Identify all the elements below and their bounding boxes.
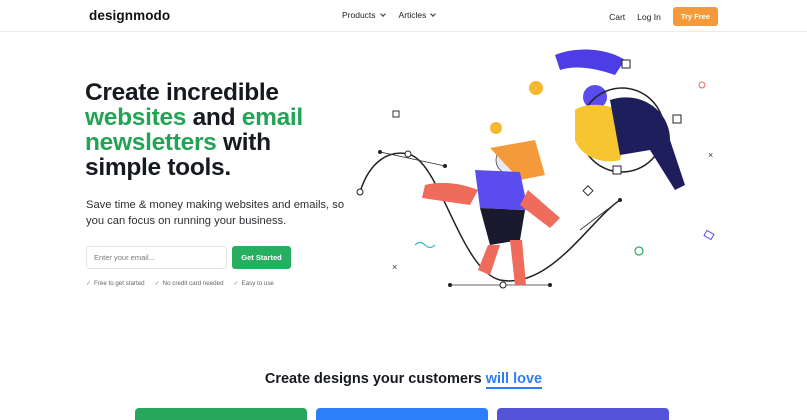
anchor-point bbox=[356, 188, 364, 196]
anchor-point bbox=[404, 150, 412, 158]
headline-with: with bbox=[216, 129, 271, 156]
nav-articles-label: Articles bbox=[398, 10, 427, 20]
check-icon: ✓ bbox=[86, 281, 92, 287]
bezier-handle bbox=[379, 151, 446, 167]
headline-email: email bbox=[241, 104, 303, 131]
email-input[interactable] bbox=[86, 246, 227, 269]
section-title: Create designs your customers will love bbox=[0, 371, 807, 389]
main-nav: Products Articles bbox=[342, 10, 437, 20]
section-title-text: Create designs your customers bbox=[264, 371, 486, 387]
headline-line-1: Create incredible bbox=[85, 79, 279, 106]
transform-handle bbox=[612, 165, 622, 175]
get-started-button[interactable]: Get Started bbox=[232, 246, 291, 269]
yellow-ball bbox=[529, 81, 543, 95]
handle-point bbox=[448, 283, 452, 287]
feature-label: Easy to use bbox=[241, 280, 274, 287]
hero-headline: Create incredible websites and email new… bbox=[85, 80, 325, 180]
person-arm bbox=[422, 182, 478, 205]
check-icon: ✓ bbox=[154, 281, 160, 287]
decor-square bbox=[392, 110, 400, 118]
top-navbar: designmodo Products Articles Cart Log In… bbox=[0, 0, 807, 32]
person-leg bbox=[510, 240, 526, 285]
yellow-ball bbox=[490, 122, 502, 134]
transform-handle bbox=[621, 59, 631, 69]
product-card-purple[interactable] bbox=[497, 408, 669, 420]
hero-subtitle: Save time & money making websites and em… bbox=[86, 199, 345, 227]
person-shorts bbox=[480, 208, 525, 245]
login-link[interactable]: Log In bbox=[637, 12, 661, 22]
chevron-down-icon bbox=[379, 10, 386, 17]
headline-line-4: simple tools. bbox=[85, 154, 231, 181]
nav-articles[interactable]: Articles bbox=[398, 10, 437, 20]
bezier-handle bbox=[579, 199, 621, 231]
anchor-point bbox=[499, 281, 507, 289]
transform-handle bbox=[672, 114, 682, 124]
feature-label: No credit card needed bbox=[162, 280, 224, 287]
handle-point bbox=[378, 150, 382, 154]
decor-circle bbox=[634, 246, 644, 256]
decor-squiggle bbox=[414, 241, 436, 249]
feature-item: ✓ Free to get started bbox=[86, 280, 145, 287]
cart-link[interactable]: Cart bbox=[609, 12, 625, 22]
person-pants bbox=[610, 97, 685, 190]
feature-item: ✓ No credit card needed bbox=[155, 280, 224, 287]
decor-cross: × bbox=[708, 150, 713, 160]
feature-list: ✓ Free to get started ✓ No credit card n… bbox=[86, 280, 274, 287]
handle-point bbox=[443, 164, 447, 168]
designmodo-logo[interactable]: designmodo bbox=[89, 8, 170, 23]
feature-item: ✓ Easy to use bbox=[234, 280, 274, 287]
person-arm bbox=[555, 49, 625, 75]
headline-and: and bbox=[186, 104, 242, 131]
product-card-blue[interactable] bbox=[316, 408, 488, 420]
check-icon: ✓ bbox=[233, 281, 239, 287]
product-card-green[interactable] bbox=[135, 408, 307, 420]
try-free-button[interactable]: Try Free bbox=[672, 7, 718, 26]
decor-diamond bbox=[582, 185, 594, 197]
nav-products[interactable]: Products bbox=[342, 10, 386, 20]
chevron-down-icon bbox=[430, 10, 437, 17]
person-leg bbox=[478, 245, 500, 275]
decor-rect bbox=[703, 229, 715, 241]
decor-circle bbox=[698, 81, 706, 89]
headline-newsletters: newsletters bbox=[85, 129, 217, 156]
nav-products-label: Products bbox=[342, 10, 376, 20]
handle-point bbox=[618, 198, 622, 202]
headline-websites: websites bbox=[85, 104, 187, 131]
hero-illustration: × × bbox=[356, 49, 715, 289]
feature-label: Free to get started bbox=[94, 280, 145, 287]
person-arm bbox=[520, 190, 560, 228]
account-nav: Cart Log In Try Free bbox=[609, 7, 718, 26]
decor-cross: × bbox=[392, 262, 397, 272]
person-shirt bbox=[475, 170, 528, 210]
handle-point bbox=[548, 283, 552, 287]
section-title-highlight: will love bbox=[485, 371, 543, 389]
